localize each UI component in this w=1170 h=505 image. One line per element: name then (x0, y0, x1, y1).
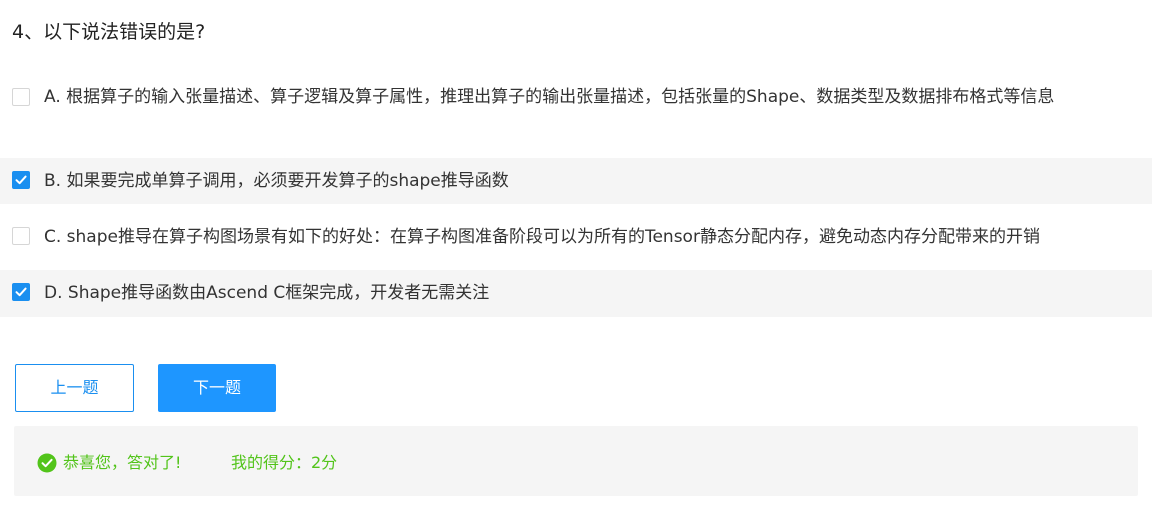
result-score: 我的得分：2分 (231, 453, 338, 472)
prev-question-button[interactable]: 上一题 (15, 364, 134, 412)
quiz-page: 4、以下说法错误的是? A. 根据算子的输入张量描述、算子逻辑及算子属性，推理出… (0, 0, 1170, 505)
next-question-button[interactable]: 下一题 (158, 364, 276, 412)
option-a[interactable]: A. 根据算子的输入张量描述、算子逻辑及算子属性，推理出算子的输出张量描述，包括… (0, 82, 1152, 142)
option-a-label: A. 根据算子的输入张量描述、算子逻辑及算子属性，推理出算子的输出张量描述，包括… (44, 87, 1055, 107)
option-c[interactable]: C. shape推导在算子构图场景有如下的好处：在算子构图准备阶段可以为所有的T… (0, 220, 1152, 254)
result-panel: 恭喜您，答对了! 我的得分：2分 (14, 426, 1138, 496)
check-icon (15, 175, 27, 185)
option-b[interactable]: B. 如果要完成单算子调用，必须要开发算子的shape推导函数 (0, 158, 1152, 204)
option-b-checkbox[interactable] (12, 171, 30, 189)
option-c-checkbox[interactable] (12, 227, 30, 245)
check-circle-icon (37, 453, 57, 473)
option-b-label: B. 如果要完成单算子调用，必须要开发算子的shape推导函数 (44, 171, 509, 191)
option-d[interactable]: D. Shape推导函数由Ascend C框架完成，开发者无需关注 (0, 270, 1152, 317)
option-d-label: D. Shape推导函数由Ascend C框架完成，开发者无需关注 (44, 283, 490, 303)
question-title: 4、以下说法错误的是? (12, 21, 206, 43)
option-d-checkbox[interactable] (12, 283, 30, 301)
check-icon (15, 287, 27, 297)
option-a-checkbox[interactable] (12, 88, 30, 106)
result-message: 恭喜您，答对了! (63, 453, 182, 472)
option-c-label: C. shape推导在算子构图场景有如下的好处：在算子构图准备阶段可以为所有的T… (44, 227, 1040, 247)
